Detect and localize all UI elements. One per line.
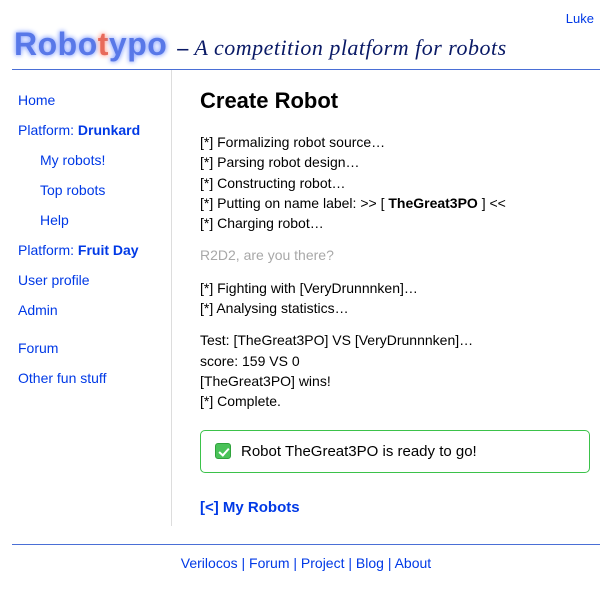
footer-link-verilocos[interactable]: Verilocos — [181, 555, 238, 571]
log-line: [*] Complete. — [200, 391, 590, 411]
sidebar: Home Platform: Drunkard My robots! Top r… — [12, 70, 172, 526]
logo: Robotypo — [14, 26, 167, 63]
sidebar-item-platform-drunkard[interactable]: Platform: Drunkard — [18, 122, 165, 138]
sidebar-item-admin[interactable]: Admin — [18, 302, 165, 318]
main-content: Create Robot [*] Formalizing robot sourc… — [172, 70, 600, 526]
sidebar-item-forum[interactable]: Forum — [18, 340, 165, 356]
header: Robotypo – A competition platform for ro… — [12, 26, 600, 70]
sidebar-item-user-profile[interactable]: User profile — [18, 272, 165, 288]
log-line: score: 159 VS 0 — [200, 351, 590, 371]
success-text: Robot TheGreat3PO is ready to go! — [241, 443, 477, 460]
log-line: [*] Constructing robot… — [200, 173, 590, 193]
sidebar-item-other-fun[interactable]: Other fun stuff — [18, 370, 165, 386]
footer-link-forum[interactable]: Forum — [249, 555, 289, 571]
page-title: Create Robot — [200, 88, 590, 114]
log-line: [*] Putting on name label: >> [ TheGreat… — [200, 193, 590, 213]
log-line: [*] Fighting with [VeryDrunnnken]… — [200, 278, 590, 298]
sidebar-item-my-robots[interactable]: My robots! — [18, 152, 165, 168]
footer-link-blog[interactable]: Blog — [356, 555, 384, 571]
sidebar-item-help[interactable]: Help — [18, 212, 165, 228]
footer-link-about[interactable]: About — [395, 555, 432, 571]
footer-link-project[interactable]: Project — [301, 555, 345, 571]
tagline: – A competition platform for robots — [177, 35, 506, 61]
log-line: [*] Analysing statistics… — [200, 298, 590, 318]
user-link[interactable]: Luke — [566, 11, 594, 26]
success-box: Robot TheGreat3PO is ready to go! — [200, 430, 590, 473]
log-line-easter: R2D2, are you there? — [200, 245, 590, 265]
sidebar-item-home[interactable]: Home — [18, 92, 165, 108]
log-line: [*] Formalizing robot source… — [200, 132, 590, 152]
log-line: [*] Parsing robot design… — [200, 152, 590, 172]
log-line: [TheGreat3PO] wins! — [200, 371, 590, 391]
footer: Verilocos | Forum | Project | Blog | Abo… — [12, 544, 600, 581]
build-log: [*] Formalizing robot source… [*] Parsin… — [200, 132, 590, 412]
sidebar-item-top-robots[interactable]: Top robots — [18, 182, 165, 198]
check-icon — [215, 443, 231, 459]
my-robots-link[interactable]: [<] My Robots — [200, 499, 300, 516]
sidebar-item-platform-fruitday[interactable]: Platform: Fruit Day — [18, 242, 165, 258]
log-line: [*] Charging robot… — [200, 213, 590, 233]
log-line: Test: [TheGreat3PO] VS [VeryDrunnnken]… — [200, 330, 590, 350]
